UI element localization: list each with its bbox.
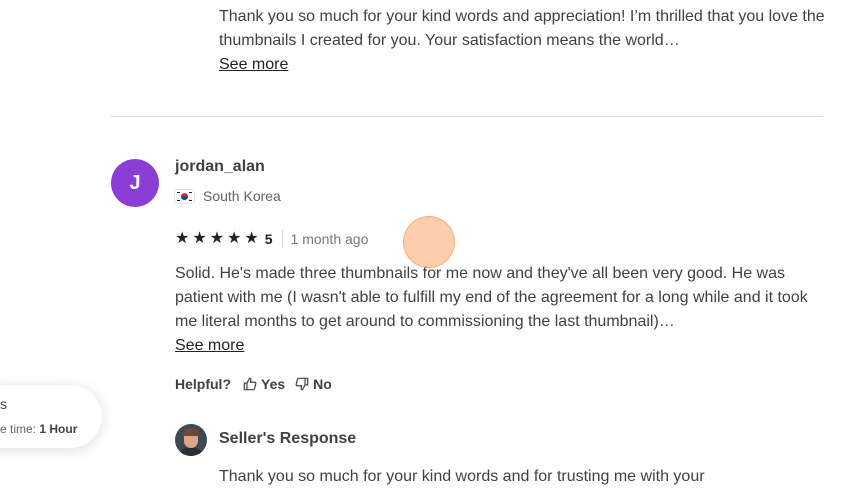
response-time-label: e time: bbox=[0, 422, 37, 436]
thumbs-up-icon bbox=[243, 377, 257, 391]
helpful-label: Helpful? bbox=[175, 376, 231, 392]
south-korea-flag-icon bbox=[175, 189, 194, 203]
reviewer-avatar-initial: J bbox=[129, 171, 141, 194]
star-icon: ★ bbox=[192, 230, 207, 247]
star-icon: ★ bbox=[175, 230, 190, 247]
review-body: Solid. He's made three thumbnails for me… bbox=[175, 262, 823, 358]
helpful-yes-label: Yes bbox=[261, 376, 286, 392]
response-time-value: 1 Hour bbox=[39, 422, 78, 436]
star-icon: ★ bbox=[227, 230, 242, 247]
cursor-indicator bbox=[403, 216, 455, 268]
rating-row: ★ ★ ★ ★ ★ 5 1 month ago bbox=[175, 229, 368, 249]
seller-response-text: Thank you so much for your kind words an… bbox=[219, 468, 705, 485]
previous-seller-response: Thank you so much for your kind words an… bbox=[219, 5, 829, 77]
reviewer-country: South Korea bbox=[175, 188, 281, 204]
review-time-ago: 1 month ago bbox=[290, 231, 369, 247]
previous-see-more-link[interactable]: See more bbox=[219, 53, 288, 77]
helpful-no-button[interactable]: No bbox=[295, 376, 332, 392]
contact-seller-widget[interactable]: s bbox=[0, 385, 102, 448]
reviewer-country-name: South Korea bbox=[203, 188, 281, 204]
review-text: Solid. He's made three thumbnails for me… bbox=[175, 265, 808, 330]
seller-response-body: Thank you so much for your kind words an… bbox=[219, 465, 829, 489]
star-icon: ★ bbox=[209, 230, 225, 247]
seller-avatar bbox=[175, 424, 207, 456]
thumbs-down-icon bbox=[295, 377, 309, 391]
rating-value: 5 bbox=[264, 231, 273, 247]
star-icon: ★ bbox=[244, 230, 259, 247]
contact-widget-response-time: e time: 1 Hour bbox=[0, 422, 77, 436]
review-see-more-link[interactable]: See more bbox=[175, 334, 244, 358]
helpful-row: Helpful? Yes No bbox=[175, 376, 332, 392]
review-divider bbox=[111, 116, 823, 117]
reviewer-avatar[interactable]: J bbox=[111, 159, 159, 207]
helpful-yes-button[interactable]: Yes bbox=[243, 376, 285, 392]
seller-response-label: Seller's Response bbox=[219, 430, 357, 447]
previous-response-text: Thank you so much for your kind words an… bbox=[219, 8, 825, 49]
helpful-no-label: No bbox=[313, 376, 332, 392]
rating-separator bbox=[281, 230, 283, 248]
contact-widget-title: s bbox=[0, 396, 7, 412]
reviewer-username[interactable]: jordan_alan bbox=[175, 158, 265, 176]
star-rating: ★ ★ ★ ★ ★ bbox=[175, 231, 259, 247]
